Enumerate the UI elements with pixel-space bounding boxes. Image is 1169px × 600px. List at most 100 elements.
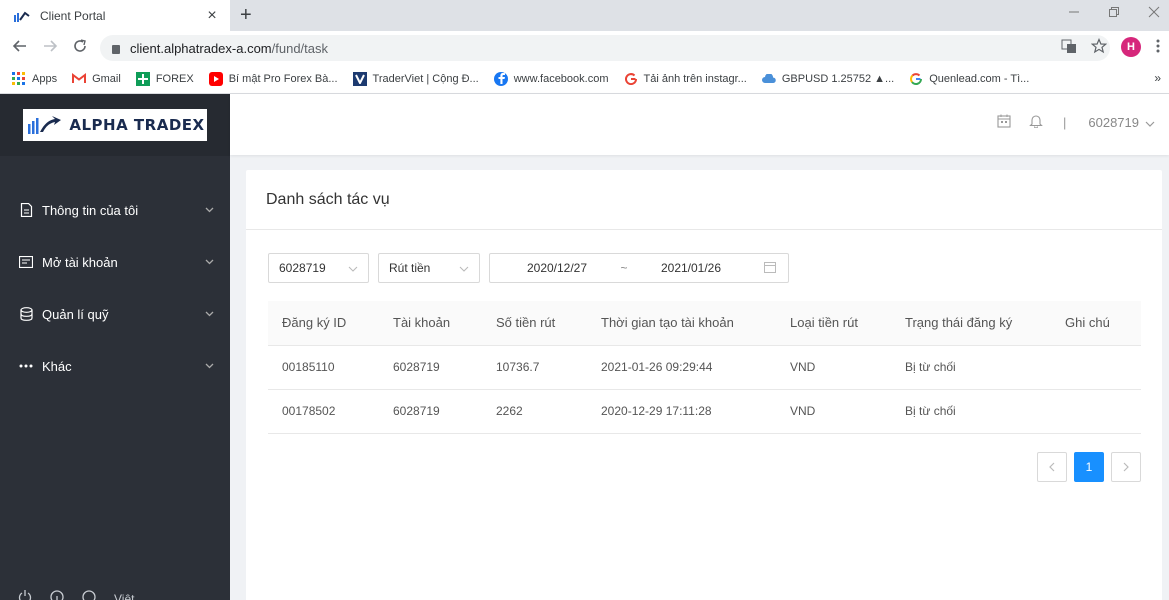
cell-currency: VND bbox=[776, 345, 891, 390]
logo-area: ALPHA TRADEX bbox=[0, 94, 230, 156]
cell-account: 6028719 bbox=[379, 389, 482, 434]
column-header: Số tiền rút bbox=[482, 301, 587, 346]
task-type-select[interactable]: Rút tiền bbox=[378, 253, 480, 283]
task-table: Đăng ký ID Tài khoản Số tiền rút Thời gi… bbox=[268, 301, 1141, 434]
sidebar-item-label: Khác bbox=[42, 358, 72, 374]
date-range-separator: ~ bbox=[620, 261, 628, 275]
chevron-down-icon bbox=[204, 257, 214, 267]
minimize-icon[interactable] bbox=[1068, 6, 1080, 21]
forward-icon[interactable] bbox=[42, 38, 58, 59]
bookmark-apps[interactable]: Apps bbox=[12, 71, 57, 86]
chevron-down-icon bbox=[204, 361, 214, 371]
cell-note bbox=[1051, 345, 1141, 390]
next-page-button[interactable] bbox=[1111, 452, 1141, 482]
browser-menu-icon[interactable] bbox=[1155, 38, 1161, 57]
account-number: 6028719 bbox=[1088, 115, 1139, 130]
account-select[interactable]: 6028719 bbox=[268, 253, 369, 283]
account-select-value: 6028719 bbox=[279, 261, 326, 275]
chevron-left-icon bbox=[1049, 462, 1055, 472]
calendar-icon[interactable] bbox=[997, 114, 1011, 131]
url-input[interactable]: client.alphatradex-a.com/fund/task bbox=[100, 35, 1110, 61]
restore-icon[interactable] bbox=[1108, 6, 1120, 21]
page-title: Danh sách tác vụ bbox=[246, 170, 1162, 230]
table-row[interactable]: 00178502 6028719 2262 2020-12-29 17:11:2… bbox=[268, 389, 1141, 434]
chevron-down-icon bbox=[204, 309, 214, 319]
bookmark-quenlead[interactable]: Quenlead.com - Tì... bbox=[909, 72, 1029, 86]
date-from-input[interactable]: 2020/12/27 bbox=[502, 261, 612, 275]
profile-avatar[interactable]: H bbox=[1121, 37, 1141, 57]
cell-currency: VND bbox=[776, 389, 891, 434]
traderviet-icon bbox=[352, 71, 367, 86]
pagination: 1 bbox=[1037, 452, 1141, 482]
new-tab-button[interactable]: + bbox=[240, 5, 252, 25]
url-path: /fund/task bbox=[271, 40, 329, 56]
date-to-input[interactable]: 2021/01/26 bbox=[636, 261, 746, 275]
bookmark-gbpusd[interactable]: GBPUSD 1.25752 ▲... bbox=[761, 72, 894, 86]
date-range-picker[interactable]: 2020/12/27 ~ 2021/01/26 bbox=[489, 253, 789, 283]
cell-amount: 10736.7 bbox=[482, 345, 587, 390]
cloud-icon bbox=[761, 72, 776, 86]
language-selector[interactable]: Việt bbox=[114, 592, 134, 600]
alpha-tradex-favicon-icon bbox=[14, 10, 30, 22]
youtube-icon bbox=[208, 71, 223, 86]
brand-logo[interactable]: ALPHA TRADEX bbox=[23, 109, 207, 141]
tab-close-icon[interactable]: × bbox=[204, 7, 220, 24]
bookmarks-bar: Apps Gmail FOREX Bí mật Pro Forex Bà... … bbox=[0, 64, 1169, 94]
account-dropdown[interactable]: 6028719 bbox=[1088, 115, 1155, 130]
column-header: Đăng ký ID bbox=[268, 301, 379, 346]
alpha-tradex-logo-icon bbox=[28, 116, 62, 134]
calendar-icon[interactable] bbox=[764, 261, 776, 276]
cell-status: Bị từ chối bbox=[891, 389, 1051, 434]
sidebar-item-my-info[interactable]: Thông tin của tôi bbox=[0, 184, 230, 236]
browser-address-bar: client.alphatradex-a.com/fund/task H bbox=[0, 31, 1169, 64]
logout-icon[interactable] bbox=[18, 590, 32, 600]
column-header: Loại tiền rút bbox=[776, 301, 891, 346]
bookmark-facebook[interactable]: www.facebook.com bbox=[493, 71, 609, 86]
table-row[interactable]: 00185110 6028719 10736.7 2021-01-26 09:2… bbox=[268, 345, 1141, 390]
reload-icon[interactable] bbox=[72, 38, 88, 59]
more-bookmarks-icon[interactable]: » bbox=[1154, 71, 1161, 85]
cell-id: 00185110 bbox=[268, 345, 379, 390]
google-icon bbox=[909, 72, 923, 86]
bookmark-gmail[interactable]: Gmail bbox=[72, 72, 121, 86]
sidebar-item-label: Quản lí quỹ bbox=[42, 306, 109, 322]
card-icon bbox=[18, 254, 34, 270]
url-host: client.alphatradex-a.com bbox=[130, 40, 272, 56]
google-icon bbox=[624, 72, 638, 86]
sidebar-item-fund-management[interactable]: Quản lí quỹ bbox=[0, 288, 230, 340]
sidebar-item-open-account[interactable]: Mở tài khoản bbox=[0, 236, 230, 288]
sidebar-item-other[interactable]: Khác bbox=[0, 340, 230, 392]
browser-tab[interactable]: Client Portal × bbox=[0, 0, 230, 31]
header-divider: | bbox=[1062, 115, 1067, 130]
notification-bell-icon[interactable] bbox=[1029, 114, 1043, 131]
info-icon[interactable] bbox=[50, 590, 64, 600]
translate-icon[interactable] bbox=[1061, 38, 1077, 57]
bookmark-instagram-download[interactable]: Tải ảnh trên instagr... bbox=[624, 72, 747, 86]
forex-icon bbox=[135, 71, 150, 86]
task-list-card: Danh sách tác vụ 6028719 Rút tiền 2020/1… bbox=[246, 170, 1162, 600]
page-number-button[interactable]: 1 bbox=[1074, 452, 1104, 482]
window-close-icon[interactable] bbox=[1148, 6, 1160, 21]
cell-id: 00178502 bbox=[268, 389, 379, 434]
bookmark-star-icon[interactable] bbox=[1090, 37, 1108, 57]
back-icon[interactable] bbox=[12, 38, 28, 59]
lock-icon bbox=[112, 44, 120, 54]
bookmark-traderviet[interactable]: TraderViet | Cộng Đ... bbox=[352, 71, 479, 86]
support-icon[interactable] bbox=[82, 590, 96, 600]
cell-status: Bị từ chối bbox=[891, 345, 1051, 390]
cell-created-time: 2020-12-29 17:11:28 bbox=[587, 389, 776, 434]
bookmark-pro-forex[interactable]: Bí mật Pro Forex Bà... bbox=[208, 71, 338, 86]
browser-tab-bar: Client Portal × + bbox=[0, 0, 1169, 31]
column-header: Ghi chú bbox=[1051, 301, 1141, 346]
gmail-icon bbox=[72, 72, 87, 86]
brand-name: ALPHA TRADEX bbox=[69, 116, 205, 134]
bookmark-forex[interactable]: FOREX bbox=[135, 71, 194, 86]
facebook-icon bbox=[493, 71, 508, 86]
tab-title: Client Portal bbox=[40, 8, 106, 23]
column-header: Tài khoản bbox=[379, 301, 482, 346]
chevron-down-icon bbox=[348, 261, 358, 275]
cell-note bbox=[1051, 389, 1141, 434]
prev-page-button[interactable] bbox=[1037, 452, 1067, 482]
more-dots-icon bbox=[18, 358, 34, 374]
task-type-value: Rút tiền bbox=[389, 261, 431, 275]
